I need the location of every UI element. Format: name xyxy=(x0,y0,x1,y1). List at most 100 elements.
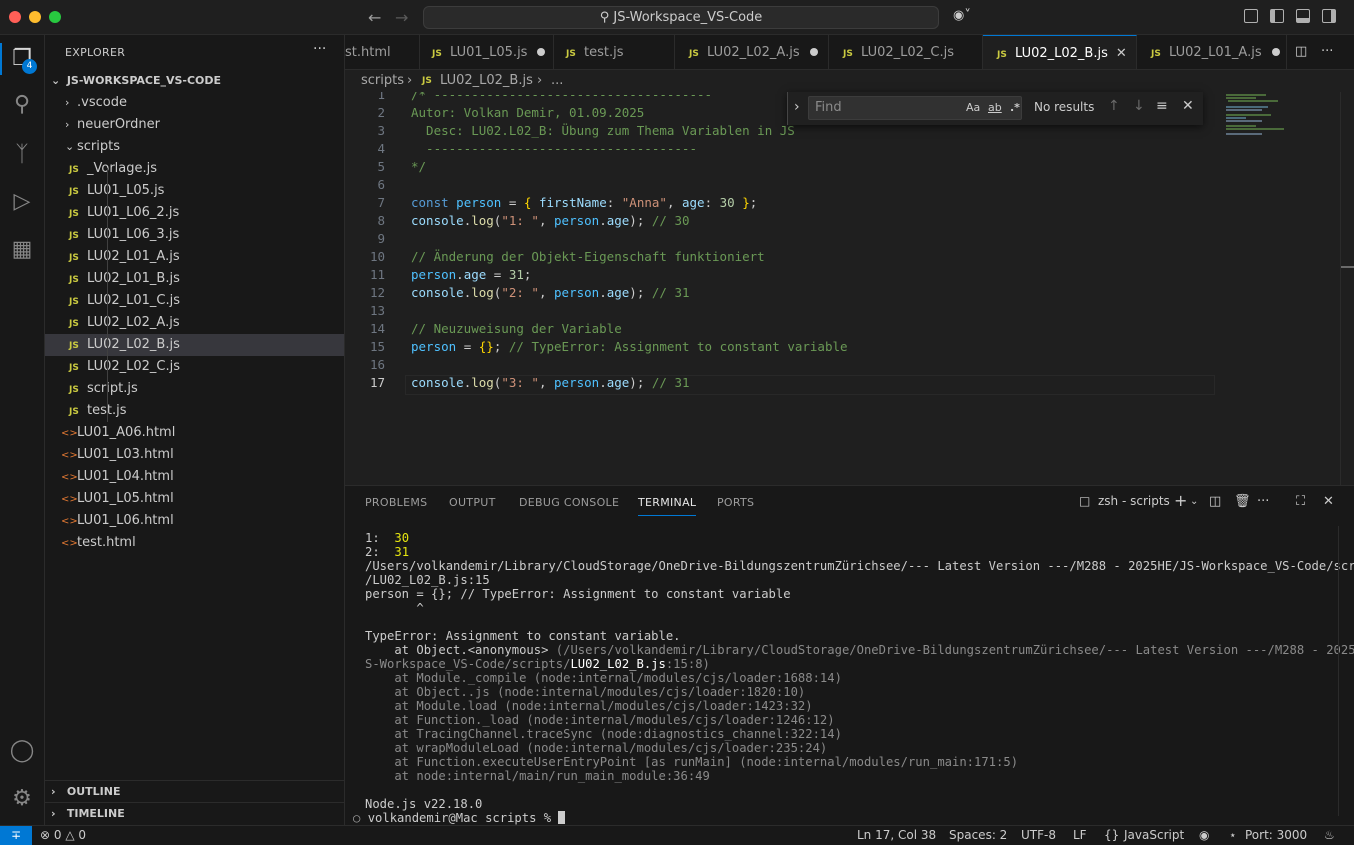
toggle-secondary-sidebar-icon[interactable] xyxy=(1322,9,1336,23)
tree-folder[interactable]: › neuerOrdner xyxy=(45,114,344,136)
problems-status[interactable]: ⊗ 0 △ 0 xyxy=(40,826,86,845)
terminal-shell-label[interactable]: zsh - scripts xyxy=(1098,494,1170,508)
toggle-panel-icon[interactable] xyxy=(1296,9,1310,23)
tab-ports[interactable]: PORTS xyxy=(717,496,754,509)
tree-file[interactable]: JS LU02_L01_A.js xyxy=(45,246,344,268)
scrollbar-marker xyxy=(1341,266,1354,268)
tree-item-label: LU02_L02_B.js xyxy=(87,337,180,352)
tree-file[interactable]: <>LU01_L06.html xyxy=(45,510,344,532)
close-panel-icon[interactable]: ✕ xyxy=(1323,494,1334,509)
tree-file[interactable]: JS LU02_L02_C.js xyxy=(45,356,344,378)
breadcrumb-symbol[interactable]: ... xyxy=(551,70,563,92)
tree-file[interactable]: JS LU02_L02_B.js xyxy=(45,334,344,356)
language-mode[interactable]: JavaScript xyxy=(1124,826,1184,845)
tree-file[interactable]: JS script.js xyxy=(45,378,344,400)
tab-st-html[interactable]: st.html xyxy=(345,35,420,69)
cursor-position[interactable]: Ln 17, Col 38 xyxy=(857,826,936,845)
tree-item-label: LU01_L06.html xyxy=(77,513,174,528)
unsaved-dot-icon[interactable] xyxy=(809,48,818,56)
tab-lu01-l05[interactable]: JS LU01_L05.js xyxy=(420,35,554,69)
maximize-window-button[interactable] xyxy=(49,11,61,23)
copilot-icon[interactable]: ◉ xyxy=(1199,826,1209,845)
timeline-section[interactable]: › TIMELINE xyxy=(45,802,344,824)
gear-icon[interactable]: ⚙ xyxy=(8,785,36,813)
find-in-selection-icon[interactable]: ≡ xyxy=(1156,98,1168,114)
next-match-icon[interactable]: ↓ xyxy=(1133,98,1145,114)
previous-match-icon[interactable]: ↑ xyxy=(1108,98,1120,114)
tree-folder[interactable]: › .vscode xyxy=(45,92,344,114)
breadcrumb-folder[interactable]: scripts xyxy=(361,70,404,92)
forward-arrow-icon[interactable]: → xyxy=(395,8,408,27)
editor-scrollbar[interactable] xyxy=(1340,92,1354,485)
tab-lu02-l02-c[interactable]: JS LU02_L02_C.js xyxy=(829,35,983,69)
tab-problems[interactable]: PROBLEMS xyxy=(365,496,427,509)
minimap[interactable] xyxy=(1218,92,1338,485)
tab-lu02-l02-b[interactable]: JS LU02_L02_B.js ✕ xyxy=(983,35,1137,69)
tree-folder[interactable]: ⌄ scripts xyxy=(45,136,344,158)
encoding[interactable]: UTF-8 xyxy=(1021,826,1056,845)
close-find-icon[interactable]: ✕ xyxy=(1182,98,1194,114)
minimize-window-button[interactable] xyxy=(29,11,41,23)
tree-file[interactable]: JS LU02_L02_A.js xyxy=(45,312,344,334)
match-case-icon[interactable]: Aa xyxy=(966,101,980,114)
command-center[interactable]: ⚲ JS-Workspace_VS-Code xyxy=(423,6,939,29)
maximize-panel-icon[interactable]: ⛶ xyxy=(1296,494,1305,509)
outline-section[interactable]: › OUTLINE xyxy=(45,780,344,802)
source-control-icon[interactable]: ᛉ xyxy=(8,141,36,169)
regex-icon[interactable]: .* xyxy=(1010,101,1020,114)
tree-file[interactable]: JS LU01_L05.js xyxy=(45,180,344,202)
customize-layout-icon[interactable] xyxy=(1244,9,1258,23)
split-terminal-icon[interactable]: ◫ xyxy=(1209,494,1221,509)
tree-file[interactable]: <>LU01_L04.html xyxy=(45,466,344,488)
tab-lu02-l01-a[interactable]: JS LU02_L01_A.js xyxy=(1137,35,1287,69)
tree-file[interactable]: JS _Vorlage.js xyxy=(45,158,344,180)
trash-icon[interactable]: 🗑 xyxy=(1234,494,1251,509)
terminal-output[interactable]: 1: 30 2: 31/Users/volkandemir/Library/Clo… xyxy=(353,531,1354,825)
more-actions-icon[interactable]: ··· xyxy=(1321,44,1333,59)
tab-output[interactable]: OUTPUT xyxy=(449,496,496,509)
tree-item-label: LU01_L06_3.js xyxy=(87,227,180,242)
match-whole-word-icon[interactable]: ab xyxy=(988,101,1002,114)
unsaved-dot-icon[interactable] xyxy=(537,48,546,56)
toggle-replace-chevron-icon[interactable]: › xyxy=(794,99,800,115)
new-terminal-icon[interactable]: + xyxy=(1174,491,1187,510)
terminal-scrollbar[interactable] xyxy=(1338,526,1339,816)
chevron-down-icon[interactable]: ⌄ xyxy=(1190,496,1198,507)
code-editor[interactable]: 1 2 3 4 5 6 7 8 9 10 11 12 13 14 15 16 17 /* -----------… xyxy=(345,92,1354,485)
tab-lu02-l02-a[interactable]: JS LU02_L02_A.js xyxy=(675,35,829,69)
tree-file[interactable]: <>test.html xyxy=(45,532,344,554)
account-icon[interactable]: ◯ xyxy=(8,737,36,765)
toggle-sidebar-icon[interactable] xyxy=(1270,9,1284,23)
tree-file[interactable]: JS LU01_L06_3.js xyxy=(45,224,344,246)
split-editor-icon[interactable]: ◫ xyxy=(1295,44,1307,59)
extensions-icon[interactable]: ▦ xyxy=(8,236,36,264)
run-debug-icon[interactable]: ▷ xyxy=(8,188,36,216)
tab-terminal[interactable]: TERMINAL xyxy=(638,496,697,516)
tab-test-js[interactable]: JS test.js xyxy=(554,35,675,69)
tab-debug-console[interactable]: DEBUG CONSOLE xyxy=(519,496,619,509)
tree-file[interactable]: <>LU01_L05.html xyxy=(45,488,344,510)
more-actions-icon[interactable]: ··· xyxy=(1257,494,1269,509)
indentation[interactable]: Spaces: 2 xyxy=(949,826,1007,845)
close-window-button[interactable] xyxy=(9,11,21,23)
tree-file[interactable]: <>LU01_L03.html xyxy=(45,444,344,466)
live-server-port[interactable]: Port: 3000 xyxy=(1245,826,1307,845)
close-tab-icon[interactable]: ✕ xyxy=(1116,46,1127,61)
tree-file[interactable]: JS LU02_L01_C.js xyxy=(45,290,344,312)
tree-file[interactable]: JStest.js xyxy=(45,400,344,422)
terminal-line: /Users/volkandemir/Library/CloudStorage/… xyxy=(365,559,1354,573)
tree-file[interactable]: <>LU01_A06.html xyxy=(45,422,344,444)
tree-file[interactable]: JS LU02_L01_B.js xyxy=(45,268,344,290)
notifications-bell-icon[interactable]: ♨ xyxy=(1324,826,1335,845)
breadcrumb-file[interactable]: LU02_L02_B.js xyxy=(440,70,533,92)
workspace-header[interactable]: ⌄ JS-WORKSPACE_VS-CODE xyxy=(45,70,344,92)
remote-indicator-icon[interactable]: ∓ xyxy=(0,826,32,845)
more-actions-icon[interactable]: ··· xyxy=(313,41,326,57)
unsaved-dot-icon[interactable] xyxy=(1271,48,1280,56)
back-arrow-icon[interactable]: ← xyxy=(368,8,381,27)
line-ending[interactable]: LF xyxy=(1073,826,1087,845)
js-file-icon: JS xyxy=(69,275,79,285)
search-icon[interactable]: ⚲ xyxy=(8,91,36,119)
copilot-icon[interactable]: ◉˅ xyxy=(953,8,971,23)
tree-file[interactable]: JS LU01_L06_2.js xyxy=(45,202,344,224)
